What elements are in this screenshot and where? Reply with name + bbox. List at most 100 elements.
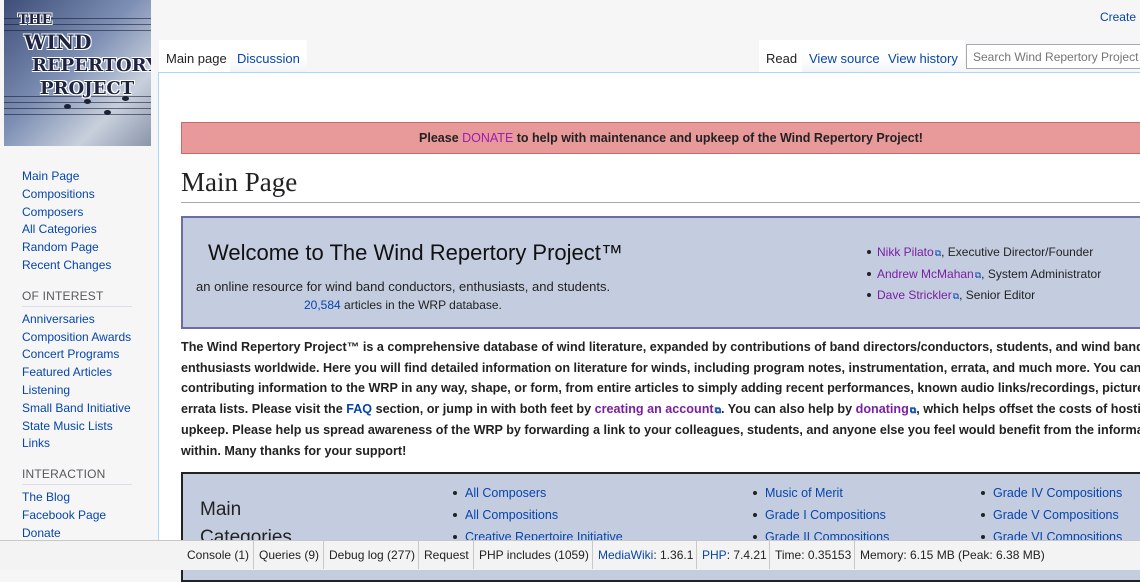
sidebar-item-concert-programs[interactable]: Concert Programs	[22, 346, 132, 364]
category-column: All Composers All Compositions Creative …	[453, 482, 623, 548]
tab-view-source-label[interactable]: View source	[809, 51, 880, 66]
debug-php-version: PHP: 7.4.21	[696, 541, 772, 569]
staff-list: Nikk Pilato⧉, Executive Director/Founder…	[867, 242, 1101, 307]
intro-line: upkeep. Please help us spread awareness …	[181, 423, 1140, 437]
intro-paragraph: The Wind Repertory Project™ is a compreh…	[181, 337, 1140, 461]
sidebar: Main Page Compositions Composers All Cat…	[0, 160, 158, 543]
category-item: Grade IV Compositions	[981, 482, 1122, 504]
sidebar-item-facebook-page[interactable]: Facebook Page	[22, 507, 132, 525]
sidebar-item-small-band-initiative[interactable]: Small Band Initiative	[22, 400, 132, 418]
category-link[interactable]: Music of Merit	[765, 486, 843, 500]
create-account-link[interactable]: Create	[1100, 10, 1136, 24]
sidebar-item-composers[interactable]: Composers	[22, 204, 132, 222]
faq-link[interactable]: FAQ	[346, 402, 372, 416]
intro-line: within. Many thanks for your support!	[181, 443, 407, 458]
sidebar-heading-interaction: INTERACTION	[22, 467, 132, 486]
category-item: Grade V Compositions	[981, 504, 1122, 526]
welcome-box: Welcome to The Wind Repertory Project™ a…	[181, 216, 1140, 329]
category-item: All Composers	[453, 482, 623, 504]
donate-banner-pre: Please	[419, 131, 463, 145]
tab-main-page[interactable]: Main page	[159, 40, 234, 72]
sidebar-item-random-page[interactable]: Random Page	[22, 239, 132, 257]
intro-line: errata lists. Please visit the FAQ secti…	[181, 399, 1140, 421]
donating-link[interactable]: donating	[856, 402, 909, 416]
intro-line: The Wind Repertory Project™ is a compreh…	[181, 340, 1140, 354]
sidebar-item-composition-awards[interactable]: Composition Awards	[22, 329, 132, 347]
debug-memory: Memory: 6.15 MB (Peak: 6.38 MB)	[854, 541, 1050, 569]
staff-name-link[interactable]: Nikk Pilato	[877, 245, 934, 259]
category-column: Music of Merit Grade I Compositions Grad…	[753, 482, 889, 548]
php-version-value: : 7.4.21	[726, 548, 767, 562]
staff-name-link[interactable]: Dave Strickler	[877, 288, 952, 302]
content-area: Please DONATE to help with maintenance a…	[158, 72, 1140, 582]
welcome-heading: Welcome to The Wind Repertory Project™	[208, 240, 623, 265]
logo-text-repertory: REPERTORY	[32, 55, 151, 76]
debug-mediawiki-version: MediaWiki: 1.36.1	[592, 541, 698, 569]
category-link[interactable]: Grade I Compositions	[765, 508, 886, 522]
tab-view-history[interactable]: View history	[881, 40, 965, 72]
logo-text-project: PROJECT	[40, 78, 135, 99]
logo-text-wind: WIND	[24, 30, 92, 54]
php-link[interactable]: PHP	[702, 548, 727, 562]
sidebar-interaction: INTERACTION The Blog Facebook Page Donat…	[22, 467, 132, 542]
intro-line: contributing information to the WRP in a…	[181, 381, 1140, 395]
sidebar-item-all-categories[interactable]: All Categories	[22, 221, 132, 239]
sidebar-item-anniversaries[interactable]: Anniversaries	[22, 311, 132, 329]
sidebar-item-links[interactable]: Links	[22, 435, 132, 453]
intro-text: , which helps offset the costs of hostin…	[916, 401, 1140, 416]
sidebar-item-listening[interactable]: Listening	[22, 382, 132, 400]
debug-queries-tab[interactable]: Queries (9)	[253, 541, 324, 569]
debug-request-tab[interactable]: Request	[418, 541, 474, 569]
sidebar-item-main-page[interactable]: Main Page	[22, 168, 132, 186]
create-account-inline-link[interactable]: creating an account	[595, 402, 714, 416]
mediawiki-version-value: : 1.36.1	[653, 548, 694, 562]
tab-view-history-label[interactable]: View history	[888, 51, 958, 66]
category-link[interactable]: All Compositions	[465, 508, 558, 522]
intro-line: enthusiasts worldwide. Here you will fin…	[181, 360, 1140, 375]
category-item: Music of Merit	[753, 482, 889, 504]
mediawiki-link[interactable]: MediaWiki	[598, 548, 653, 562]
category-item: Grade I Compositions	[753, 504, 889, 526]
sidebar-item-recent-changes[interactable]: Recent Changes	[22, 257, 132, 275]
article-count-link[interactable]: 20,584	[304, 298, 341, 312]
staff-item: Nikk Pilato⧉, Executive Director/Founder	[867, 242, 1101, 264]
sidebar-item-the-blog[interactable]: The Blog	[22, 489, 132, 507]
article-count: 20,584 articles in the WRP database.	[304, 298, 502, 312]
staff-role: , System Administrator	[981, 266, 1102, 281]
sidebar-heading-of-interest: OF INTEREST	[22, 289, 132, 307]
category-link[interactable]: All Composers	[465, 486, 546, 500]
category-link[interactable]: Grade V Compositions	[993, 508, 1119, 522]
donate-banner: Please DONATE to help with maintenance a…	[181, 122, 1140, 154]
debug-console-tab[interactable]: Console (1)	[182, 541, 254, 569]
intro-text: section, or jump in with both feet by	[372, 401, 595, 416]
debug-php-includes-tab[interactable]: PHP includes (1059)	[473, 541, 594, 569]
debug-toolbar: Console (1) Queries (9) Debug log (277) …	[0, 540, 1140, 570]
tab-discussion[interactable]: Discussion	[230, 40, 307, 72]
category-item: All Compositions	[453, 504, 623, 526]
intro-text: . You can also help by	[721, 401, 856, 416]
welcome-subtitle: an online resource for wind band conduct…	[196, 279, 611, 294]
debug-time: Time: 0.35153	[769, 541, 856, 569]
category-link[interactable]: Grade IV Compositions	[993, 486, 1122, 500]
tab-view-source[interactable]: View source	[802, 40, 887, 72]
tab-read[interactable]: Read	[759, 40, 805, 72]
intro-text: errata lists. Please visit the	[181, 401, 347, 416]
staff-role: , Executive Director/Founder	[941, 245, 1094, 259]
staff-item: Dave Strickler⧉, Senior Editor	[867, 285, 1101, 307]
donate-banner-link[interactable]: DONATE	[462, 131, 513, 145]
staff-item: Andrew McMahan⧉, System Administrator	[867, 264, 1101, 286]
donate-banner-post: to help with maintenance and upkeep of t…	[513, 131, 923, 145]
staff-name-link[interactable]: Andrew McMahan	[877, 267, 974, 281]
site-logo[interactable]: THE WIND REPERTORY PROJECT	[4, 0, 151, 146]
sidebar-item-state-music-lists[interactable]: State Music Lists	[22, 418, 132, 436]
debug-log-tab[interactable]: Debug log (277)	[323, 541, 420, 569]
search-input[interactable]	[966, 44, 1140, 69]
tab-discussion-label[interactable]: Discussion	[237, 51, 300, 66]
sidebar-of-interest: OF INTEREST Anniversaries Composition Aw…	[22, 289, 132, 453]
article-count-suffix: articles in the WRP database.	[340, 298, 502, 312]
sidebar-item-featured-articles[interactable]: Featured Articles	[22, 364, 132, 382]
category-column: Grade IV Compositions Grade V Compositio…	[981, 482, 1122, 548]
sidebar-item-compositions[interactable]: Compositions	[22, 186, 132, 204]
page-title: Main Page	[181, 167, 1140, 203]
personal-tools: Create	[1100, 10, 1136, 24]
